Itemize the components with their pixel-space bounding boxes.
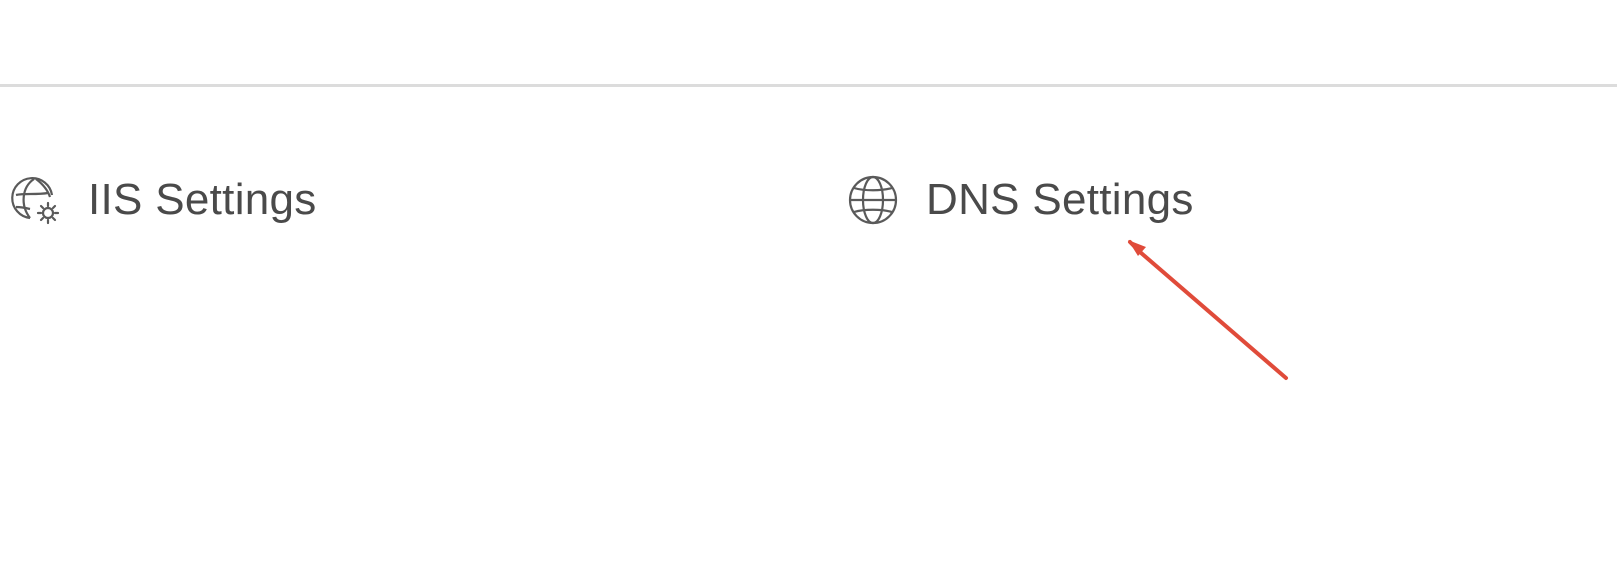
header-divider [0,84,1617,87]
iis-settings-link[interactable]: IIS Settings [8,172,317,228]
dns-settings-label: DNS Settings [926,175,1194,224]
dns-settings-link[interactable]: DNS Settings [846,172,1194,228]
globe-gear-icon [8,173,62,227]
iis-settings-label: IIS Settings [88,175,317,224]
globe-icon [846,173,900,227]
